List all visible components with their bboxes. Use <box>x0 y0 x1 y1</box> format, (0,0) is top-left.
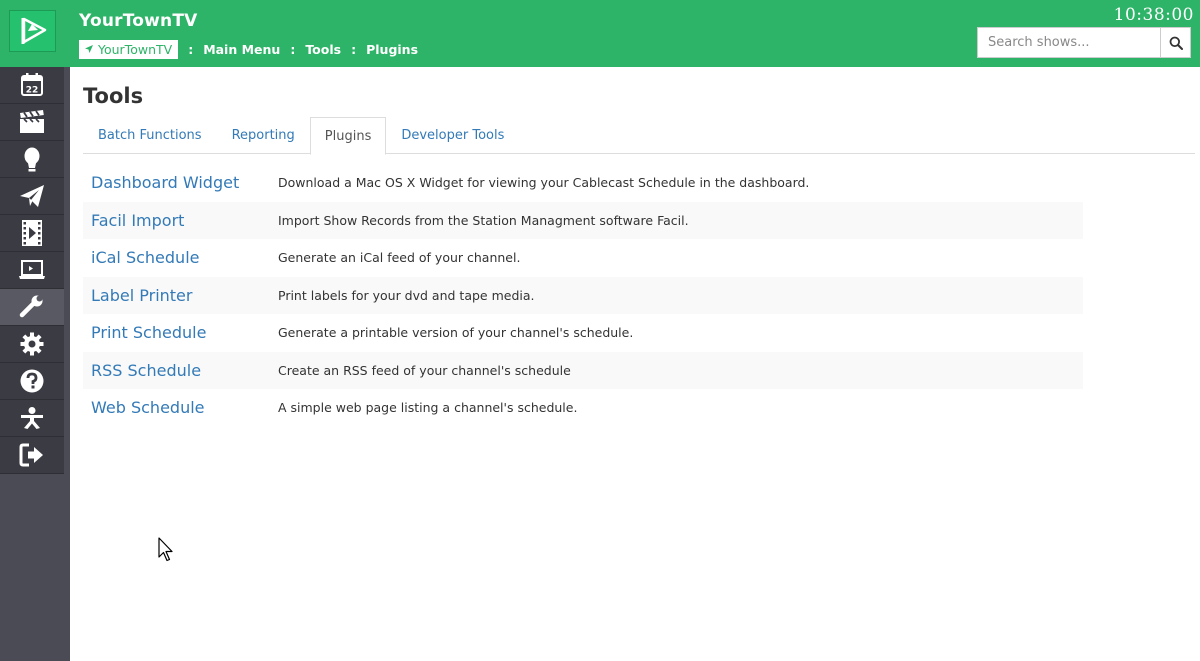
laptop-icon <box>19 260 45 279</box>
tab-plugins[interactable]: Plugins <box>309 117 387 155</box>
page-title: Tools <box>83 84 144 108</box>
tabs: Batch Functions Reporting Plugins Develo… <box>83 117 1195 155</box>
calendar-day: 22 <box>26 86 39 96</box>
clapperboard-icon <box>20 110 44 133</box>
logout-icon <box>19 443 43 467</box>
plugin-description: Import Show Records from the Station Man… <box>278 212 689 228</box>
sidebar-item-tools[interactable] <box>0 289 64 326</box>
play-flag-logo-icon <box>21 17 46 44</box>
top-header: YourTownTV YourTownTV : Main Menu : Tool… <box>0 0 1200 67</box>
tab-batch-functions[interactable]: Batch Functions <box>83 117 217 154</box>
search-box <box>977 27 1191 58</box>
sidebar-item-network[interactable] <box>0 400 64 437</box>
breadcrumb-separator: : <box>188 41 194 57</box>
sidebar-nav: 22 <box>0 67 64 474</box>
breadcrumb-tools[interactable]: Tools <box>305 42 341 57</box>
paper-plane-icon <box>20 185 44 207</box>
list-item: Facil Import Import Show Records from th… <box>83 201 1083 239</box>
sidebar-item-help[interactable] <box>0 363 64 400</box>
plugin-description: Print labels for your dvd and tape media… <box>278 287 535 303</box>
sidebar: 22 <box>0 67 70 661</box>
tab-reporting[interactable]: Reporting <box>217 117 310 154</box>
calendar-icon: 22 <box>21 73 43 96</box>
plugin-link-dashboard-widget[interactable]: Dashboard Widget <box>83 173 278 192</box>
sidebar-item-logout[interactable] <box>0 437 64 474</box>
breadcrumb-plugins[interactable]: Plugins <box>366 42 418 57</box>
breadcrumb-main-menu[interactable]: Main Menu <box>203 42 280 57</box>
plugin-description: Create an RSS feed of your channel's sch… <box>278 362 571 378</box>
sidebar-item-media[interactable] <box>0 215 64 252</box>
breadcrumb-separator: : <box>351 41 357 57</box>
plugin-link-rss-schedule[interactable]: RSS Schedule <box>83 361 278 380</box>
plugin-link-ical-schedule[interactable]: iCal Schedule <box>83 248 278 267</box>
plugin-link-print-schedule[interactable]: Print Schedule <box>83 323 278 342</box>
location-arrow-icon <box>85 45 93 53</box>
plugin-description: Generate a printable version of your cha… <box>278 325 634 341</box>
sidebar-item-devices[interactable] <box>0 252 64 289</box>
sidebar-item-schedule[interactable]: 22 <box>0 67 64 104</box>
plugin-description: Download a Mac OS X Widget for viewing y… <box>278 175 810 191</box>
clock: 10:38:00 <box>1113 5 1194 25</box>
breadcrumb: YourTownTV : Main Menu : Tools : Plugins <box>79 39 418 59</box>
list-item: iCal Schedule Generate an iCal feed of y… <box>83 239 1083 277</box>
breadcrumb-separator: : <box>290 41 296 57</box>
plugin-link-web-schedule[interactable]: Web Schedule <box>83 398 278 417</box>
mouse-cursor-icon <box>158 537 173 562</box>
search-button[interactable] <box>1160 27 1191 58</box>
tab-developer-tools[interactable]: Developer Tools <box>386 117 519 154</box>
sidebar-item-shows[interactable] <box>0 104 64 141</box>
list-item: Label Printer Print labels for your dvd … <box>83 276 1083 314</box>
sidebar-item-settings[interactable] <box>0 326 64 363</box>
sidebar-item-send[interactable] <box>0 178 64 215</box>
search-input[interactable] <box>977 27 1160 58</box>
plugin-link-label-printer[interactable]: Label Printer <box>83 286 278 305</box>
list-item: Dashboard Widget Download a Mac OS X Wid… <box>83 164 1083 202</box>
film-play-icon <box>22 220 42 246</box>
logo[interactable] <box>9 10 56 52</box>
wrench-icon <box>19 295 43 318</box>
sidebar-item-producers[interactable] <box>0 141 64 178</box>
breadcrumb-home-label: YourTownTV <box>98 41 173 57</box>
list-item: RSS Schedule Create an RSS feed of your … <box>83 351 1083 389</box>
list-item: Print Schedule Generate a printable vers… <box>83 314 1083 352</box>
gear-icon <box>20 332 44 356</box>
plugin-list: Dashboard Widget Download a Mac OS X Wid… <box>83 164 1083 427</box>
network-icon <box>21 407 43 429</box>
plugin-description: A simple web page listing a channel's sc… <box>278 400 578 416</box>
app-title: YourTownTV <box>79 11 198 31</box>
plugin-description: Generate an iCal feed of your channel. <box>278 250 521 266</box>
plugin-link-facil-import[interactable]: Facil Import <box>83 211 278 230</box>
list-item: Web Schedule A simple web page listing a… <box>83 389 1083 427</box>
person-icon <box>24 147 40 172</box>
breadcrumb-home-link[interactable]: YourTownTV <box>79 39 179 59</box>
search-icon <box>1169 36 1183 50</box>
question-icon <box>20 369 44 393</box>
